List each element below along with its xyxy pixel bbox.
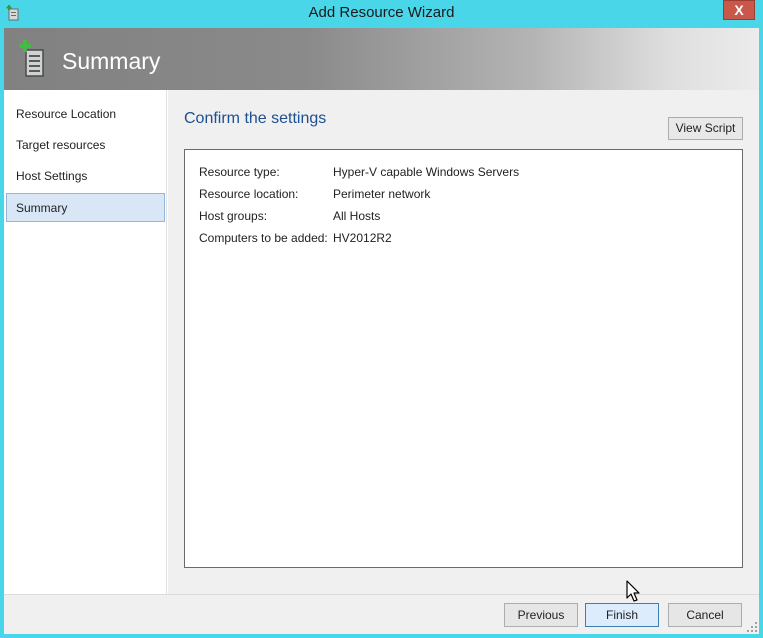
wizard-window: Add Resource Wizard X Summary Resource L… — [0, 0, 763, 638]
wizard-footer: Previous Finish Cancel — [4, 594, 759, 634]
summary-label: Host groups: — [199, 209, 268, 223]
sidebar-item-target-resources[interactable]: Target resources — [6, 131, 165, 160]
window-title: Add Resource Wizard — [308, 4, 455, 21]
finish-button[interactable]: Finish — [585, 603, 659, 627]
summary-value: Perimeter network — [333, 187, 431, 201]
summary-label: Resource location: — [199, 187, 299, 201]
wizard-client-area: Summary Resource Location Target resourc… — [4, 28, 759, 634]
summary-value: HV2012R2 — [333, 231, 392, 245]
summary-label: Resource type: — [199, 165, 280, 179]
server-add-icon — [19, 40, 44, 77]
summary-panel: Confirm the settings View Script Resourc… — [168, 90, 759, 594]
previous-button[interactable]: Previous — [504, 603, 578, 627]
sidebar-item-summary[interactable]: Summary — [6, 193, 165, 222]
summary-value: All Hosts — [333, 209, 381, 223]
page-title: Summary — [62, 48, 161, 74]
mouse-pointer-icon — [626, 580, 640, 602]
close-button[interactable]: X — [723, 0, 755, 20]
wizard-steps-sidebar: Resource Location Target resources Host … — [4, 90, 167, 594]
summary-value: Hyper-V capable Windows Servers — [333, 165, 520, 179]
sidebar-item-resource-location[interactable]: Resource Location — [6, 100, 165, 129]
view-script-button[interactable]: View Script — [668, 117, 743, 140]
resize-grip-icon[interactable] — [747, 622, 757, 632]
sidebar-item-host-settings[interactable]: Host Settings — [6, 162, 165, 191]
title-bar[interactable]: Add Resource Wizard X — [0, 0, 763, 27]
section-heading: Confirm the settings — [184, 110, 327, 127]
settings-summary-box: Resource type: Hyper-V capable Windows S… — [184, 149, 743, 568]
cancel-button[interactable]: Cancel — [668, 603, 742, 627]
wizard-header: Summary — [4, 28, 759, 90]
summary-label: Computers to be added: — [199, 231, 328, 245]
close-icon: X — [734, 2, 744, 18]
